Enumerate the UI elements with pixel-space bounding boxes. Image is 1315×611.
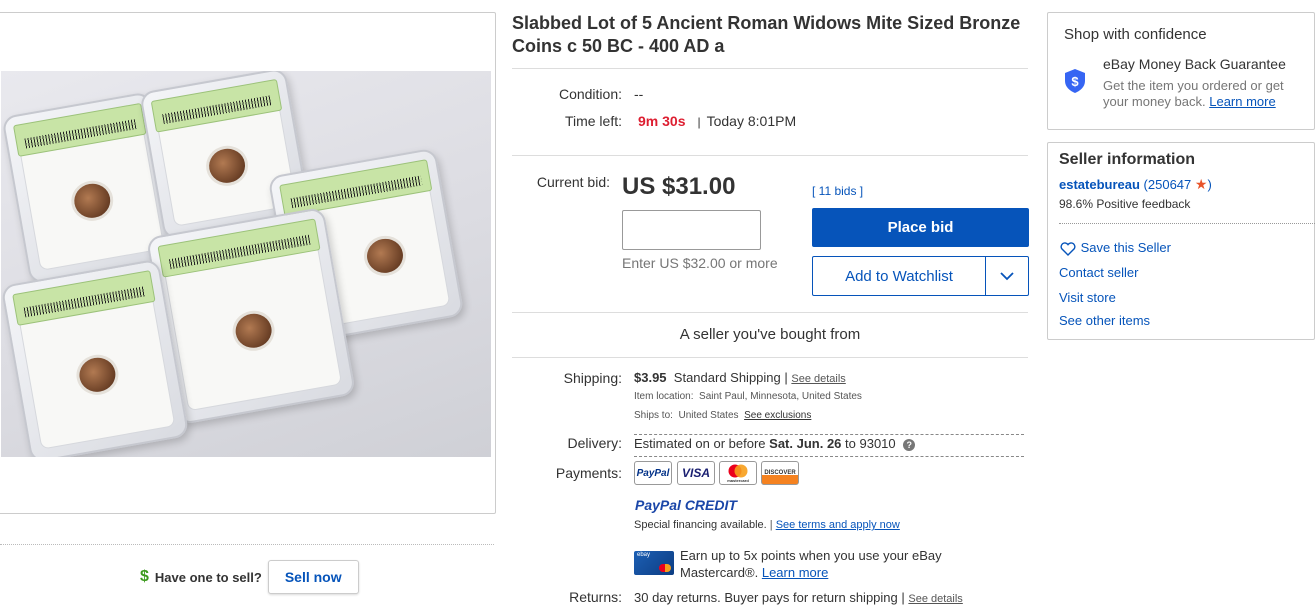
seller-name-link[interactable]: estatebureau — [1059, 177, 1140, 192]
paypal-credit-text: PayPal CREDIT — [635, 497, 737, 513]
paypal-icon: PayPal — [634, 461, 672, 485]
dollar-icon: $ — [140, 568, 149, 585]
mastercard-icon: mastercard — [719, 461, 757, 485]
feedback-score-link[interactable]: 250647 — [1148, 177, 1191, 192]
ships-to-label: Ships to: — [634, 410, 673, 421]
sell-now-button[interactable]: Sell now — [267, 560, 359, 594]
mastercard-icon-label: mastercard — [727, 477, 749, 483]
save-seller-link[interactable]: Save this Seller — [1059, 240, 1171, 256]
money-back-guarantee-text: Get the item you ordered or get your mon… — [1103, 78, 1303, 110]
current-bid-price: US $31.00 — [622, 173, 736, 200]
time-left-value: 9m 30s — [638, 113, 686, 129]
main-item-image[interactable] — [1, 71, 491, 457]
image-gallery-panel — [0, 12, 496, 514]
coin-slab-image — [1, 258, 190, 457]
contact-seller-link[interactable]: Contact seller — [1059, 265, 1138, 280]
ebay-mastercard-icon — [634, 551, 674, 575]
visa-icon: VISA — [677, 461, 715, 485]
divider — [0, 544, 494, 545]
sell-question: Have one to sell? — [154, 569, 262, 585]
shipping-label: Shipping: — [563, 370, 622, 386]
time-left-label: Time left: — [564, 113, 622, 129]
item-location-label: Item location: — [634, 391, 694, 402]
condition-label: Condition: — [558, 86, 622, 102]
see-other-items-link[interactable]: See other items — [1059, 313, 1150, 328]
item-title: Slabbed Lot of 5 Ancient Roman Widows Mi… — [512, 13, 1021, 56]
item-location: Saint Paul, Minnesota, United States — [699, 391, 862, 402]
watchlist-dropdown-button[interactable] — [986, 257, 1028, 295]
delivery-date: Sat. Jun. 26 — [769, 436, 842, 451]
bid-count-link[interactable]: [ 11 bids ] — [812, 184, 863, 198]
financing-text: Special financing available. — [634, 519, 767, 531]
watchlist-control: Add to Watchlist — [812, 256, 1029, 296]
returns-text: 30 day returns. Buyer pays for return sh… — [634, 590, 905, 605]
shipping-row: $3.95 Standard Shipping | See details — [634, 370, 846, 385]
mastercard-promo: Earn up to 5x points when you use your e… — [680, 547, 980, 581]
seller-info-heading: Seller information — [1059, 151, 1196, 168]
place-bid-button[interactable]: Place bid — [812, 208, 1029, 247]
see-terms-link[interactable]: See terms and apply now — [776, 519, 900, 531]
ships-to-row: Ships to: United States See exclusions — [634, 410, 811, 421]
divider — [512, 68, 1028, 69]
mastercard-logo-icon — [728, 464, 748, 477]
seller-relationship-note: A seller you've bought from — [679, 326, 861, 343]
divider — [512, 357, 1028, 358]
bid-amount-input[interactable] — [622, 210, 761, 250]
returns-row: 30 day returns. Buyer pays for return sh… — [634, 590, 963, 605]
end-time: Today 8:01PM — [706, 113, 797, 129]
save-seller-label: Save this Seller — [1080, 240, 1171, 255]
divider — [634, 434, 1024, 435]
shipping-method: Standard Shipping | — [673, 370, 788, 385]
time-left-row: 9m 30s | Today 8:01PM — [638, 113, 796, 129]
delivery-zip: to 93010 — [845, 436, 896, 451]
seller-name-row: estatebureau (250647 ★) — [1059, 176, 1212, 192]
divider — [1059, 223, 1315, 224]
separator: | — [769, 519, 773, 531]
shipping-price: $3.95 — [634, 370, 667, 385]
chevron-down-icon — [1000, 271, 1014, 280]
divider — [512, 312, 1028, 313]
sell-prompt: $ Have one to sell? Sell now — [140, 560, 359, 594]
learn-more-link[interactable]: Learn more — [762, 565, 828, 580]
heart-icon — [1060, 241, 1076, 256]
svg-text:$: $ — [1071, 74, 1079, 89]
add-to-watchlist-button[interactable]: Add to Watchlist — [813, 257, 986, 295]
returns-label: Returns: — [569, 589, 622, 605]
shield-dollar-icon: $ — [1065, 69, 1085, 93]
returns-details-link[interactable]: See details — [908, 593, 962, 605]
condition-value: -- — [634, 86, 644, 102]
positive-feedback: 98.6% Positive feedback — [1059, 197, 1191, 211]
shipping-details-link[interactable]: See details — [791, 373, 845, 385]
question-icon[interactable]: ? — [903, 438, 916, 451]
payments-label: Payments: — [555, 465, 622, 481]
item-location-row: Item location: Saint Paul, Minnesota, Un… — [634, 391, 862, 402]
separator: | — [697, 115, 701, 129]
divider — [634, 456, 1024, 457]
mbg-learn-more-link[interactable]: Learn more — [1209, 94, 1275, 109]
delivery-label: Delivery: — [567, 435, 622, 451]
confidence-title: Shop with confidence — [1064, 26, 1207, 43]
see-exclusions-link[interactable]: See exclusions — [744, 410, 811, 421]
bid-hint: Enter US $32.00 or more — [622, 255, 778, 271]
delivery-text: Estimated on or before — [634, 436, 766, 451]
paypal-credit-logo: PayPal CREDIT — [635, 497, 737, 513]
ships-to: United States — [678, 410, 739, 421]
divider — [512, 155, 1028, 156]
money-back-guarantee-title: eBay Money Back Guarantee — [1103, 56, 1286, 72]
discover-icon: DISCOVER — [761, 461, 799, 485]
star-icon: ★ — [1194, 176, 1208, 192]
current-bid-label: Current bid: — [536, 174, 610, 190]
delivery-row: Estimated on or before Sat. Jun. 26 to 9… — [634, 436, 916, 451]
visit-store-link[interactable]: Visit store — [1059, 290, 1116, 305]
financing-row: Special financing available. | See terms… — [634, 519, 900, 531]
